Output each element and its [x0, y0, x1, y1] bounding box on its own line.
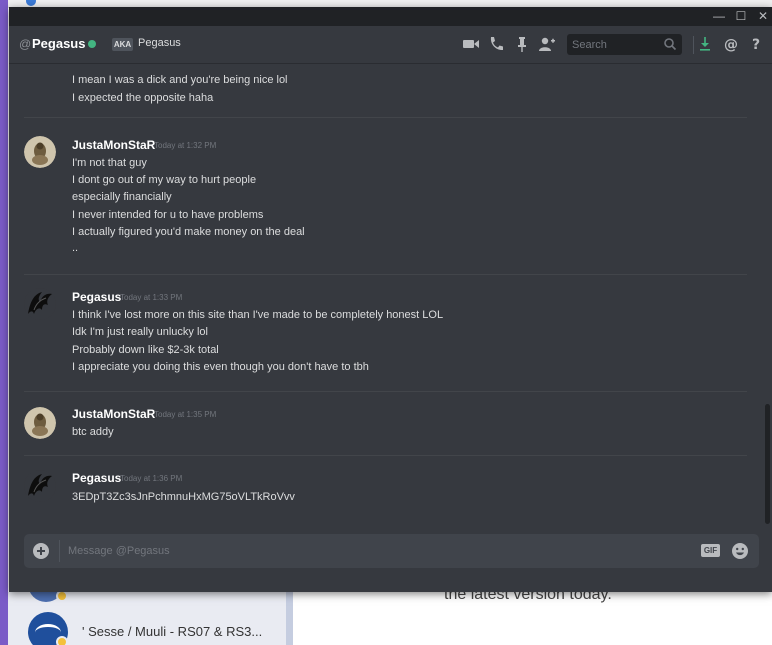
discord-window: — ☐ ✕ @ Pegasus AKA Pegasus Search @ ? I… — [9, 7, 772, 592]
header-divider — [693, 36, 694, 54]
video-call-icon[interactable] — [461, 34, 481, 54]
search-input[interactable] — [567, 34, 659, 55]
pin-icon[interactable] — [512, 34, 532, 54]
mention-icon[interactable]: @ — [721, 34, 741, 54]
avatar[interactable] — [24, 288, 56, 320]
background-status-badge — [56, 636, 68, 645]
message-timestamp: Today at 1:35 PM — [154, 410, 217, 419]
aka-name: Pegasus — [138, 37, 181, 49]
avatar[interactable] — [24, 470, 56, 502]
message-line: I never intended for u to have problems — [72, 209, 264, 221]
message-timestamp: Today at 1:33 PM — [120, 293, 183, 302]
message-list[interactable]: I mean I was a dick and you're being nic… — [9, 64, 757, 524]
avatar[interactable] — [24, 136, 56, 168]
message-divider — [24, 391, 747, 392]
background-left-edge — [0, 0, 8, 645]
svg-text:?: ? — [752, 37, 760, 53]
maximize-button[interactable]: ☐ — [733, 9, 749, 24]
minimize-button[interactable]: — — [711, 9, 727, 24]
message-line: especially financially — [72, 191, 172, 203]
add-friend-icon[interactable] — [536, 34, 556, 54]
message-author[interactable]: Pegasus — [72, 290, 121, 304]
message-line: I think I've lost more on this site than… — [72, 309, 444, 321]
avatar[interactable] — [24, 407, 56, 439]
message-line: Probably down like $2-3k total — [72, 344, 219, 356]
close-button[interactable]: ✕ — [755, 9, 771, 24]
at-icon: @ — [19, 37, 32, 51]
online-status-icon — [88, 40, 96, 48]
message-timestamp: Today at 1:36 PM — [120, 474, 183, 483]
download-icon[interactable] — [695, 34, 715, 54]
background-server-name[interactable]: ' Sesse / Muuli - RS07 & RS3... — [82, 624, 262, 639]
message-timestamp: Today at 1:32 PM — [154, 141, 217, 150]
message-line: I mean I was a dick and you're being nic… — [72, 74, 288, 86]
message-divider — [24, 455, 747, 456]
composer-divider — [59, 540, 60, 562]
message-line: .. — [72, 242, 79, 254]
dm-recipient-name[interactable]: Pegasus — [32, 36, 85, 51]
message-line: I appreciate you doing this even though … — [72, 361, 369, 373]
help-icon[interactable]: ? — [746, 34, 766, 54]
message-line: I dont go out of my way to hurt people — [72, 174, 257, 186]
message-line: 3EDpT3Zc3sJnPchmnuHxMG75oVLTkRoVvv — [72, 491, 295, 503]
svg-text:@: @ — [724, 37, 738, 53]
message-author[interactable]: Pegasus — [72, 471, 121, 485]
window-titlebar[interactable]: — ☐ ✕ — [9, 7, 772, 26]
message-line: I actually figured you'd make money on t… — [72, 226, 305, 238]
message-line: Idk I'm just really unlucky lol — [72, 326, 208, 338]
aka-badge: AKA — [112, 38, 133, 51]
message-composer[interactable]: GIF — [24, 534, 759, 568]
voice-call-icon[interactable] — [486, 34, 506, 54]
scrollbar-thumb[interactable] — [765, 404, 770, 524]
message-input[interactable] — [68, 534, 688, 568]
upload-plus-icon[interactable] — [33, 543, 49, 559]
message-author[interactable]: JustaMonStaR — [72, 407, 155, 421]
channel-header: @ Pegasus AKA Pegasus @ — [9, 26, 772, 64]
emoji-icon[interactable] — [731, 542, 749, 560]
background-app-icon — [26, 0, 36, 6]
search-box[interactable] — [567, 34, 682, 55]
message-divider — [24, 117, 747, 118]
message-line: I'm not that guy — [72, 157, 147, 169]
message-divider — [24, 274, 747, 275]
message-line: I expected the opposite haha — [72, 92, 214, 104]
gif-button[interactable]: GIF — [701, 544, 720, 557]
background-divider — [286, 592, 293, 645]
search-icon[interactable] — [663, 37, 677, 51]
message-line: btc addy — [72, 426, 114, 438]
message-author[interactable]: JustaMonStaR — [72, 138, 155, 152]
